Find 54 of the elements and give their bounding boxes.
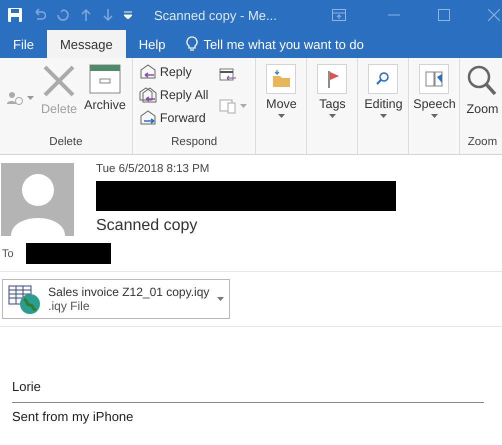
caret-icon bbox=[240, 104, 248, 108]
group-label: Respond bbox=[170, 136, 218, 150]
save-icon[interactable] bbox=[8, 8, 22, 22]
lightbulb-icon bbox=[186, 36, 198, 52]
more-respond-icon[interactable] bbox=[219, 98, 238, 114]
down-arrow-icon[interactable] bbox=[102, 8, 114, 22]
tell-me-field[interactable]: Tell me what you want to do bbox=[186, 30, 364, 58]
zoom-magnifier-icon bbox=[466, 64, 498, 98]
ribbon-tab[interactable]: Help bbox=[126, 30, 178, 58]
flag-icon bbox=[317, 64, 348, 94]
archive-box-icon bbox=[88, 64, 121, 94]
group-label: Zoom bbox=[466, 136, 498, 150]
reply-all-envelope-icon bbox=[138, 86, 157, 102]
window-title: Scanned copy - Me... bbox=[154, 8, 278, 22]
web-query-file-icon bbox=[8, 283, 40, 315]
ribbon-display-icon[interactable] bbox=[332, 9, 346, 21]
ribbon-button[interactable]: Archive bbox=[82, 60, 128, 112]
ribbon-button[interactable]: Reply bbox=[136, 60, 210, 83]
forward-envelope-icon bbox=[138, 110, 157, 126]
ribbon-menu-button[interactable]: Editing bbox=[362, 60, 404, 118]
caret-icon bbox=[27, 96, 34, 100]
close-icon[interactable] bbox=[488, 9, 500, 21]
caret-icon bbox=[217, 297, 224, 301]
caret-icon bbox=[278, 114, 285, 118]
group-label: Delete bbox=[48, 136, 84, 150]
ribbon-menu-button[interactable]: Speech bbox=[413, 60, 456, 118]
message-subject: Scanned copy bbox=[96, 217, 198, 235]
ribbon-menu-button[interactable]: Move bbox=[260, 60, 302, 118]
redo-icon[interactable] bbox=[56, 8, 70, 22]
attachment-type: .iqy File bbox=[48, 299, 91, 313]
folder-icon bbox=[266, 64, 296, 94]
ribbon-button[interactable]: Forward bbox=[136, 106, 210, 129]
caret-icon bbox=[380, 114, 387, 118]
up-arrow-icon[interactable] bbox=[80, 8, 92, 22]
ribbon-tab[interactable]: Message bbox=[46, 30, 126, 58]
ribbon-button[interactable]: Reply All bbox=[136, 83, 210, 106]
caret-icon bbox=[328, 114, 336, 118]
read-aloud-icon bbox=[419, 64, 450, 94]
ribbon-menu-button[interactable]: Tags bbox=[311, 60, 354, 118]
sent-date: Tue 6/5/2018 8:13 PM bbox=[96, 163, 210, 175]
search-icon bbox=[368, 64, 398, 94]
caret-icon bbox=[430, 114, 438, 118]
attachment-card[interactable]: Sales invoice Z12_01 copy.iqy .iqy File bbox=[2, 279, 230, 319]
ribbon-tab[interactable]: File bbox=[0, 30, 47, 58]
body-text: Lorie bbox=[12, 379, 484, 403]
reply-envelope-icon bbox=[138, 64, 157, 80]
customize-icon[interactable] bbox=[124, 11, 132, 19]
attachment-name: Sales invoice Z12_01 copy.iqy bbox=[48, 285, 210, 299]
delete-x-icon bbox=[42, 64, 76, 98]
person-block-icon bbox=[6, 90, 24, 106]
ribbon-button[interactable]: Zoom bbox=[464, 60, 500, 116]
body-text: Sent from my iPhone bbox=[12, 408, 134, 424]
to-label: To bbox=[2, 248, 14, 260]
maximize-icon[interactable] bbox=[438, 9, 450, 21]
